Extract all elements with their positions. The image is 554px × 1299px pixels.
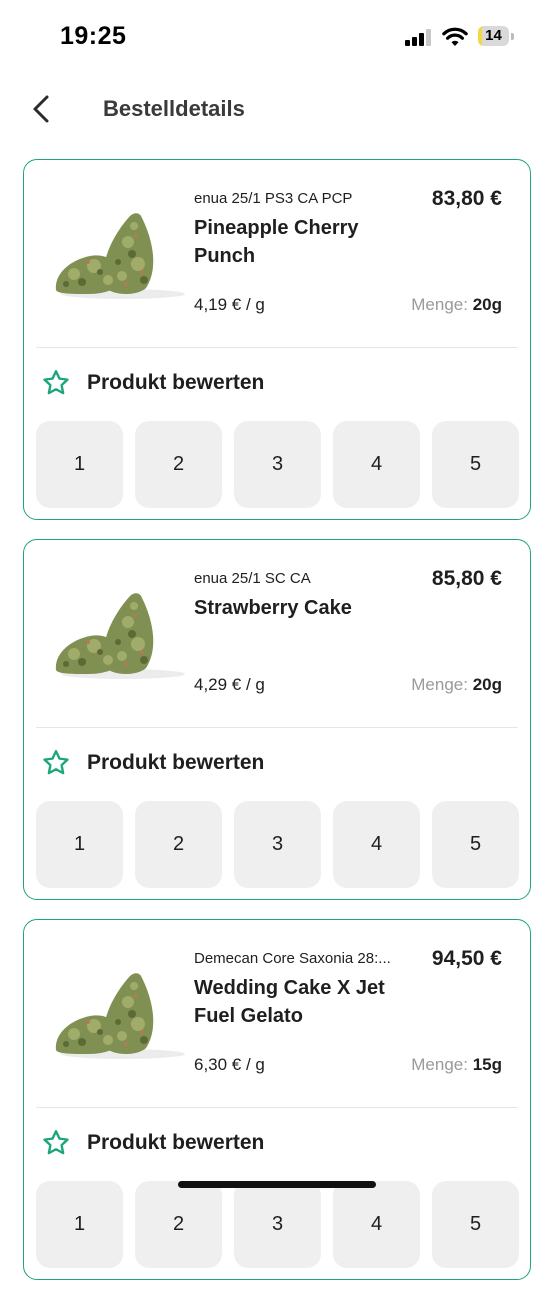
status-time: 19:25	[60, 22, 127, 50]
rating-button-2[interactable]: 2	[135, 1181, 222, 1268]
rating-button-5[interactable]: 5	[432, 421, 519, 508]
order-item-card: enua 25/1 SC CA 85,80 € Strawberry Cake …	[23, 539, 531, 900]
rating-button-4[interactable]: 4	[333, 1181, 420, 1268]
star-icon	[41, 1128, 71, 1158]
rating-button-1[interactable]: 1	[36, 1181, 123, 1268]
quantity-value: 20g	[472, 295, 502, 314]
rating-buttons: 12345	[36, 1181, 520, 1268]
product-image	[48, 582, 198, 682]
rating-button-1[interactable]: 1	[36, 421, 123, 508]
divider	[36, 347, 518, 348]
quantity-label: Menge:	[411, 295, 468, 314]
back-button[interactable]	[24, 90, 64, 130]
rate-product-label: Produkt bewerten	[87, 1131, 265, 1154]
product-image	[48, 202, 198, 302]
home-indicator	[178, 1181, 376, 1188]
unit-price: 4,19 € / g	[194, 295, 265, 314]
status-bar: 19:25 14	[0, 0, 554, 76]
product-name: Pineapple Cherry Punch	[194, 217, 359, 267]
star-icon	[41, 368, 71, 398]
rating-button-4[interactable]: 4	[333, 801, 420, 888]
order-items-list: enua 25/1 PS3 CA PCP 83,80 € Pineapple C…	[23, 159, 531, 1299]
product-variant: enua 25/1 SC CA	[194, 570, 311, 587]
divider	[36, 1107, 518, 1108]
rating-button-3[interactable]: 3	[234, 421, 321, 508]
rate-product-label: Produkt bewerten	[87, 371, 265, 394]
rate-product-label: Produkt bewerten	[87, 751, 265, 774]
rating-buttons: 12345	[36, 801, 520, 888]
quantity-value: 15g	[472, 1055, 502, 1074]
quantity: Menge: 20g	[411, 675, 502, 695]
battery-icon: 14	[478, 26, 514, 48]
page-title: Bestelldetails	[103, 96, 245, 121]
rating-button-2[interactable]: 2	[135, 801, 222, 888]
divider	[36, 727, 518, 728]
rating-button-1[interactable]: 1	[36, 801, 123, 888]
quantity: Menge: 20g	[411, 295, 502, 315]
header: Bestelldetails	[0, 80, 554, 140]
cellular-signal-icon	[405, 29, 433, 46]
product-price: 94,50 €	[431, 947, 502, 970]
wifi-icon	[442, 27, 468, 46]
product-variant: Demecan Core Saxonia 28:...	[194, 950, 391, 967]
rating-buttons: 12345	[36, 421, 520, 508]
rating-button-5[interactable]: 5	[432, 1181, 519, 1268]
unit-price: 4,29 € / g	[194, 675, 265, 694]
quantity: Menge: 15g	[411, 1055, 502, 1075]
unit-price: 6,30 € / g	[194, 1055, 265, 1074]
product-name: Strawberry Cake	[194, 597, 352, 619]
order-item-card: enua 25/1 PS3 CA PCP 83,80 € Pineapple C…	[23, 159, 531, 520]
star-icon	[41, 748, 71, 778]
rating-button-4[interactable]: 4	[333, 421, 420, 508]
battery-level: 14	[485, 27, 502, 44]
quantity-label: Menge:	[411, 1055, 468, 1074]
product-name: Wedding Cake X Jet Fuel Gelato	[194, 977, 385, 1027]
product-variant: enua 25/1 PS3 CA PCP	[194, 190, 353, 207]
quantity-value: 20g	[472, 675, 502, 694]
rating-button-2[interactable]: 2	[135, 421, 222, 508]
rating-button-3[interactable]: 3	[234, 1181, 321, 1268]
product-price: 85,80 €	[431, 567, 502, 590]
product-price: 83,80 €	[431, 187, 502, 210]
order-item-card: Demecan Core Saxonia 28:... 94,50 € Wedd…	[23, 919, 531, 1280]
product-image	[48, 962, 198, 1062]
rating-button-3[interactable]: 3	[234, 801, 321, 888]
quantity-label: Menge:	[411, 675, 468, 694]
rating-button-5[interactable]: 5	[432, 801, 519, 888]
